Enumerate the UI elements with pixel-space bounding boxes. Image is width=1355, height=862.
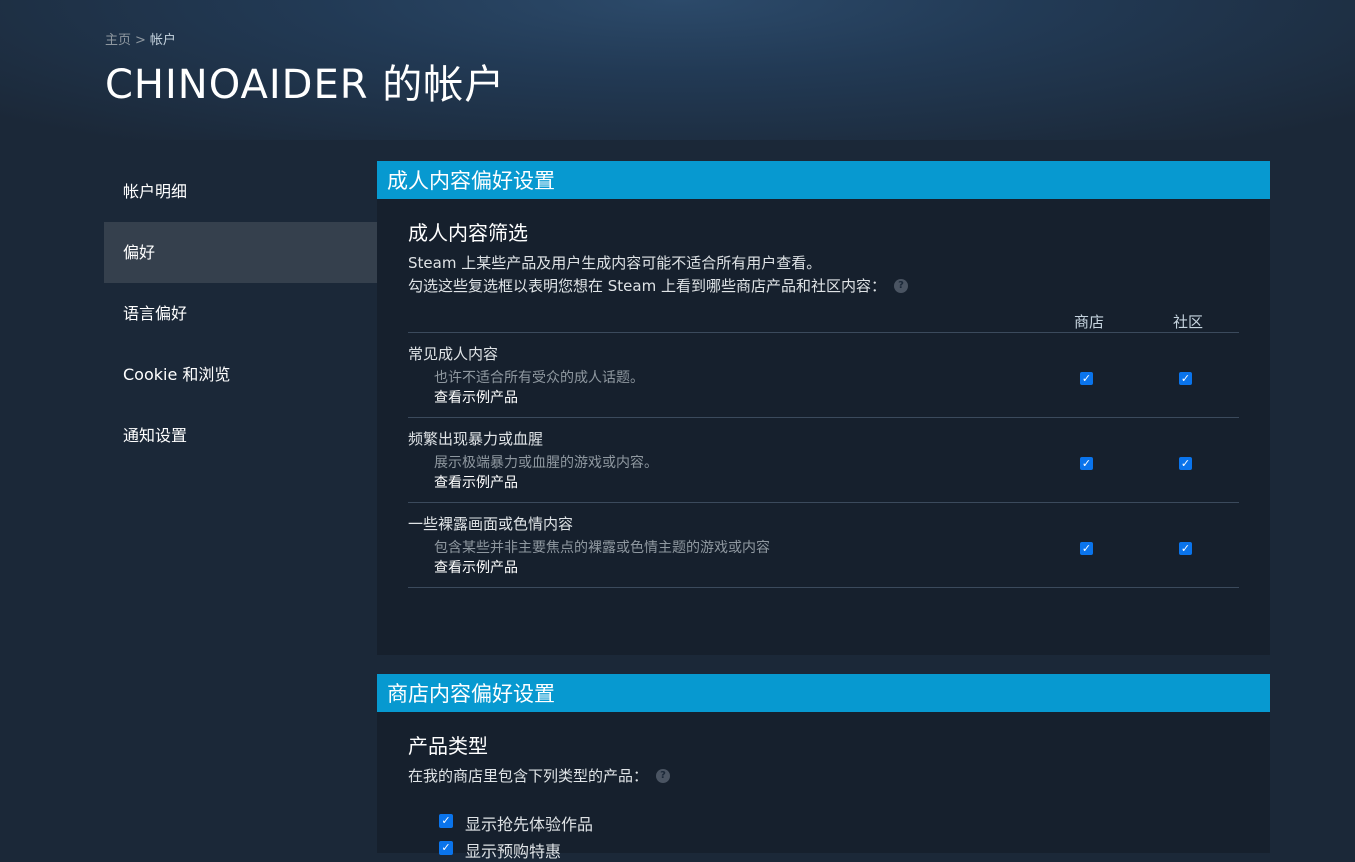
store-checkbox[interactable]: ✓ xyxy=(1080,542,1093,555)
product-type-desc-wrap: 在我的商店里包含下列类型的产品：? xyxy=(408,765,671,788)
preorder-label[interactable]: 显示预购特惠 xyxy=(465,838,561,862)
view-examples-link[interactable]: 查看示例产品 xyxy=(434,557,518,577)
store-checkbox[interactable]: ✓ xyxy=(1080,457,1093,470)
row-desc: 也许不适合所有受众的成人话题。 xyxy=(434,370,644,386)
breadcrumb-separator: > xyxy=(135,33,146,48)
table-row: 常见成人内容 也许不适合所有受众的成人话题。 查看示例产品 ✓ ✓ xyxy=(408,333,1239,418)
breadcrumb: 主页 > 帐户 xyxy=(105,29,176,48)
early-access-checkbox[interactable]: ✓ xyxy=(439,814,453,828)
col-header-store: 商店 xyxy=(1074,313,1105,331)
breadcrumb-home-link[interactable]: 主页 xyxy=(105,33,131,48)
row-desc: 展示极端暴力或血腥的游戏或内容。 xyxy=(434,455,658,471)
adult-desc-line1: Steam 上某些产品及用户生成内容可能不适合所有用户查看。 xyxy=(408,254,822,272)
row-desc: 包含某些并非主要焦点的裸露或色情主题的游戏或内容 xyxy=(434,540,770,556)
check-icon: ✓ xyxy=(441,841,451,854)
early-access-label[interactable]: 显示抢先体验作品 xyxy=(465,811,593,835)
breadcrumb-current[interactable]: 帐户 xyxy=(150,33,176,48)
adult-desc-line2: 勾选这些复选框以表明您想在 Steam 上看到哪些商店产品和社区内容： xyxy=(408,277,886,295)
adult-desc-line2-wrap: 勾选这些复选框以表明您想在 Steam 上看到哪些商店产品和社区内容：? xyxy=(408,275,908,298)
product-type-desc: 在我的商店里包含下列类型的产品： xyxy=(408,767,649,785)
sidebar: 帐户明细 偏好 语言偏好 Cookie 和浏览 通知设置 xyxy=(104,161,377,466)
community-checkbox[interactable]: ✓ xyxy=(1179,372,1192,385)
store-panel-header: 商店内容偏好设置 xyxy=(377,674,1270,712)
view-examples-link[interactable]: 查看示例产品 xyxy=(434,387,518,407)
product-type-title: 产品类型 xyxy=(408,734,488,758)
sidebar-item-account-details[interactable]: 帐户明细 xyxy=(104,161,377,222)
col-header-community: 社区 xyxy=(1173,313,1204,331)
sidebar-item-preferences[interactable]: 偏好 xyxy=(104,222,377,283)
store-content-panel: 商店内容偏好设置 产品类型 在我的商店里包含下列类型的产品：? ✓ 显示抢先体验… xyxy=(377,674,1270,861)
help-icon[interactable]: ? xyxy=(656,769,671,783)
sidebar-item-language[interactable]: 语言偏好 xyxy=(104,283,377,344)
row-title: 一些裸露画面或色情内容 xyxy=(408,515,574,533)
adult-content-panel: 成人内容偏好设置 成人内容筛选 Steam 上某些产品及用户生成内容可能不适合所… xyxy=(377,161,1270,655)
check-icon: ✓ xyxy=(1081,542,1092,555)
sidebar-item-notifications[interactable]: 通知设置 xyxy=(104,405,377,466)
sidebar-item-cookies[interactable]: Cookie 和浏览 xyxy=(104,344,377,405)
community-checkbox[interactable]: ✓ xyxy=(1179,457,1192,470)
check-icon: ✓ xyxy=(1180,542,1191,555)
check-icon: ✓ xyxy=(1180,457,1191,470)
check-icon: ✓ xyxy=(1081,372,1092,385)
community-checkbox[interactable]: ✓ xyxy=(1179,542,1192,555)
page-title: CHINOAIDER 的帐户 xyxy=(105,62,506,108)
adult-section-title: 成人内容筛选 xyxy=(408,221,528,245)
check-icon: ✓ xyxy=(1081,457,1092,470)
table-row: 一些裸露画面或色情内容 包含某些并非主要焦点的裸露或色情主题的游戏或内容 查看示… xyxy=(408,503,1239,588)
row-title: 频繁出现暴力或血腥 xyxy=(408,430,544,448)
store-checkbox[interactable]: ✓ xyxy=(1080,372,1093,385)
content-filter-table: 常见成人内容 也许不适合所有受众的成人话题。 查看示例产品 ✓ ✓ 频繁出现暴力… xyxy=(408,332,1239,588)
adult-panel-header: 成人内容偏好设置 xyxy=(377,161,1270,199)
check-icon: ✓ xyxy=(441,814,451,827)
help-icon[interactable]: ? xyxy=(893,279,908,293)
check-icon: ✓ xyxy=(1180,372,1191,385)
table-row: 频繁出现暴力或血腥 展示极端暴力或血腥的游戏或内容。 查看示例产品 ✓ ✓ xyxy=(408,418,1239,503)
view-examples-link[interactable]: 查看示例产品 xyxy=(434,472,518,492)
row-title: 常见成人内容 xyxy=(408,345,499,363)
